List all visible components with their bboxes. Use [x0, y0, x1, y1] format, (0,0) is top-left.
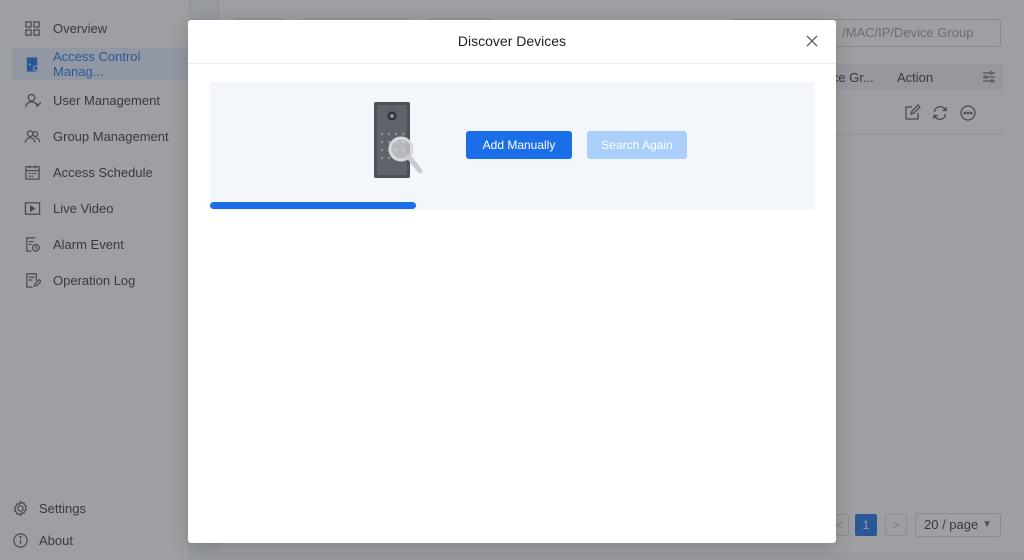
add-manually-button[interactable]: Add Manually — [466, 131, 572, 159]
dialog-header: Discover Devices — [188, 20, 836, 64]
discover-devices-dialog: Discover Devices Add Manually Search Aga… — [188, 20, 836, 543]
dialog-title: Discover Devices — [457, 33, 567, 49]
discover-panel: Add Manually Search Again — [210, 82, 815, 210]
door-station-search-icon — [374, 102, 423, 178]
discovery-progress-fill — [210, 202, 416, 209]
close-icon[interactable] — [804, 33, 820, 49]
discovery-progress-bar — [210, 202, 815, 210]
search-again-button: Search Again — [587, 131, 687, 159]
